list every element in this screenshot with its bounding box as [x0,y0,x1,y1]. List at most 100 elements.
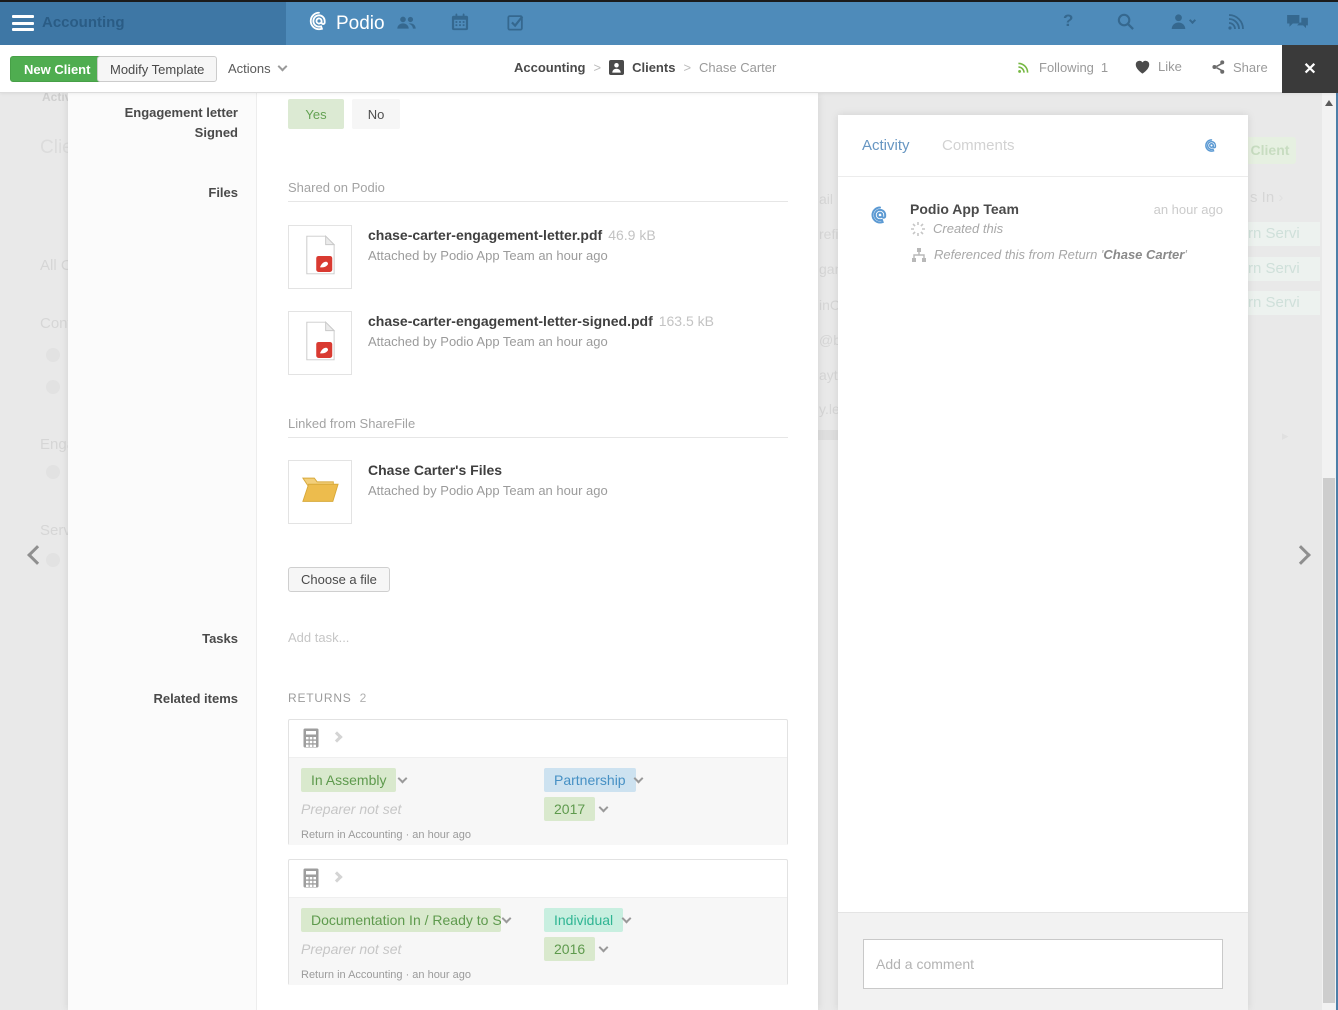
add-task-field[interactable]: Add task... [288,630,349,645]
backdrop-fragment: All C [40,257,72,274]
backdrop-fragment: s In › [1250,189,1283,206]
returns-count: 2 [360,691,367,705]
return-type-tag[interactable]: Partnership [544,768,636,792]
file-meta: Attached by Podio App Team an hour ago [368,483,608,498]
file-meta: Attached by Podio App Team an hour ago [368,334,608,349]
scrollbar-thumb[interactable] [1323,478,1335,1003]
activity-author[interactable]: Podio App Team [910,201,1019,217]
chat-icon[interactable] [1286,14,1309,36]
help-icon[interactable]: ? [1063,11,1073,31]
linked-folder-item: Chase Carter's Files Attached by Podio A… [288,460,788,524]
preparer-text: Preparer not set [301,941,401,957]
folder-name[interactable]: Chase Carter's Files [368,462,502,478]
actions-dropdown[interactable]: Actions [228,61,286,76]
referenced-item-link[interactable]: Chase Carter [1103,247,1184,262]
return-year-tag[interactable]: 2016 [544,937,595,961]
preparer-text: Preparer not set [301,801,401,817]
backdrop-list-ghost: rn Servi [1244,291,1320,315]
breadcrumb-separator: > [683,60,691,75]
pdf-icon [304,321,336,366]
podio-avatar-icon [870,205,890,230]
tab-activity[interactable]: Activity [862,137,910,154]
calculator-icon [303,868,319,893]
item-detail-panel: Engagement letter Signed Yes No Files Sh… [68,93,818,1010]
return-year-tag[interactable]: 2017 [544,797,595,821]
yes-button[interactable]: Yes [288,99,344,129]
divider [288,201,788,202]
contacts-icon[interactable] [396,15,417,35]
breadcrumb-app[interactable]: Accounting [514,60,586,75]
return-card-header[interactable] [289,860,787,897]
chevron-down-icon[interactable] [398,774,408,784]
podio-home-link[interactable]: Podio [308,10,385,37]
tab-comments[interactable]: Comments [942,137,1015,154]
prev-item-button[interactable] [27,545,47,565]
field-label-related: Related items [68,689,238,709]
no-button[interactable]: No [352,99,400,129]
share-button[interactable]: Share [1211,59,1268,75]
chevron-down-icon[interactable] [502,914,512,924]
return-type-tag[interactable]: Individual [544,908,623,932]
search-icon[interactable] [1116,12,1135,36]
backdrop-fragment: Serv [40,522,71,539]
return-card-header[interactable] [289,720,787,757]
chevron-down-icon[interactable] [599,803,609,813]
backdrop-band [818,430,838,440]
top-bar: Accounting Podio ? [0,0,1338,45]
comment-input[interactable] [863,939,1223,989]
return-meta: Return in Accounting · an hour ago [301,829,471,841]
new-client-button[interactable]: New Client [10,56,104,82]
activity-referenced-text: Referenced this from Return 'Chase Carte… [934,247,1187,262]
created-icon [911,222,925,241]
chevron-right-icon [331,871,342,882]
calendar-icon[interactable] [451,13,469,36]
backdrop-list-ghost: rn Servi [1244,222,1320,246]
return-status-tag[interactable]: In Assembly [301,768,396,792]
folder-thumbnail[interactable] [288,460,352,524]
podio-brand-text: Podio [336,13,385,35]
heart-icon [1134,59,1151,74]
chevron-down-icon[interactable] [622,914,632,924]
divider [838,176,1248,177]
tasks-icon[interactable] [507,13,525,36]
close-button[interactable]: ✕ [1282,45,1338,93]
file-thumbnail[interactable] [288,225,352,289]
return-meta: Return in Accounting · an hour ago [301,969,471,981]
breadcrumb-list[interactable]: Clients [632,60,675,75]
backdrop-fragment: ▸ [1282,428,1289,444]
notifications-icon[interactable] [1226,12,1246,37]
next-item-button[interactable] [1291,545,1311,565]
comment-zone [838,912,1248,1010]
pdf-icon [304,235,336,280]
field-label-column [68,93,257,1010]
file-name[interactable]: chase-carter-engagement-letter-signed.pd… [368,313,653,329]
file-name[interactable]: chase-carter-engagement-letter.pdf [368,227,602,243]
hamburger-menu-button[interactable] [12,15,34,31]
file-size: 163.5 kB [659,313,714,329]
linked-from-sharefile-header: Linked from ShareFile [288,416,415,431]
return-status-tag[interactable]: Documentation In / Ready to Sta [301,908,501,932]
following-button[interactable]: Following 1 [1016,59,1108,75]
backdrop-radio-ghost [46,465,60,479]
workspace-title: Accounting [42,14,125,31]
backdrop-ghost-button: Client [1244,137,1296,164]
following-count: 1 [1101,60,1108,75]
chevron-down-icon [277,62,287,72]
file-thumbnail[interactable] [288,311,352,375]
activity-panel: Activity Comments Podio App Team an hour… [838,115,1248,1010]
share-icon [1211,59,1226,75]
choose-file-button[interactable]: Choose a file [288,567,390,592]
file-meta: Attached by Podio App Team an hour ago [368,248,608,263]
modify-template-button[interactable]: Modify Template [97,56,217,82]
podio-logo-icon [308,10,330,37]
item-toolbar: New Client Modify Template Actions Accou… [0,45,1338,93]
page-scrollbar [1322,93,1336,1010]
field-label-tasks: Tasks [68,629,238,649]
window-top-edge [0,0,1338,2]
chevron-down-icon[interactable] [599,943,609,953]
account-icon[interactable] [1170,13,1195,30]
reference-icon [912,248,926,267]
scroll-up-button[interactable] [1325,100,1333,106]
file-item: chase-carter-engagement-letter.pdf46.9 k… [288,225,788,289]
like-button[interactable]: Like [1134,59,1182,74]
